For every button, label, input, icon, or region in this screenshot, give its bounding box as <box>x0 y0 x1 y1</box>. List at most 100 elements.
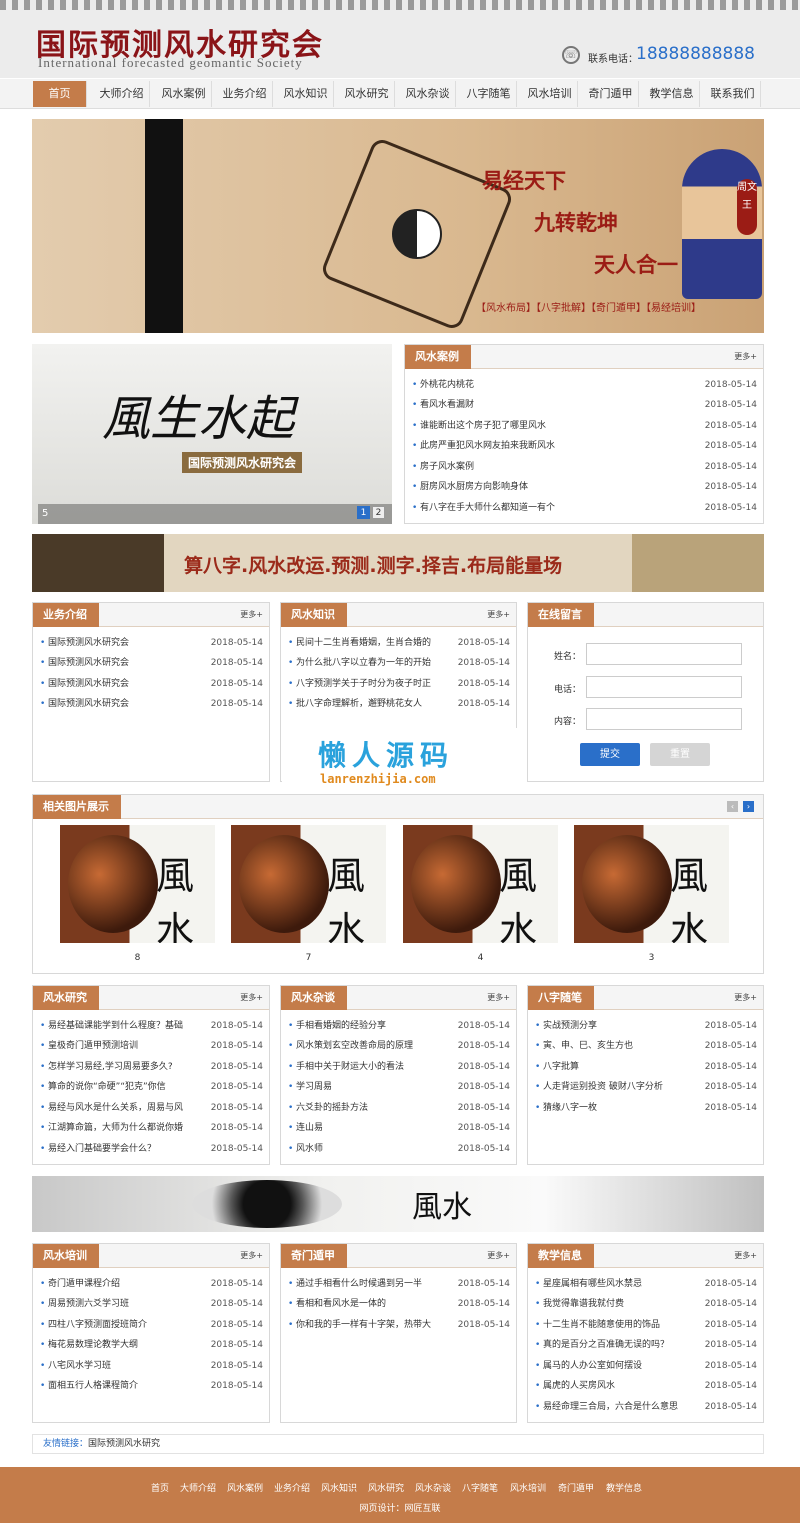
list-item[interactable]: • 八字批算 2018-05-14 <box>528 1057 763 1077</box>
list-item[interactable]: • 易经基础课能学到什么程度？基础 2018-05-14 <box>33 1016 269 1036</box>
list-item[interactable]: • 易经入门基础要学会什么？ 2018-05-14 <box>33 1139 269 1159</box>
footer-nav-link[interactable]: 风水杂谈 <box>415 1481 451 1494</box>
submit-button[interactable]: 提交 <box>580 743 640 766</box>
nav-bazi[interactable]: 八字随笔 <box>461 81 517 107</box>
nav-business[interactable]: 业务介绍 <box>217 81 273 107</box>
footer-nav-link[interactable]: 奇门遁甲 <box>558 1481 594 1494</box>
gallery-prev-icon[interactable]: ‹ <box>727 801 738 812</box>
list-item[interactable]: • 连山易 2018-05-14 <box>281 1118 516 1138</box>
list-item[interactable]: • 六爻卦的摇卦方法 2018-05-14 <box>281 1098 516 1118</box>
nav-knowledge[interactable]: 风水知识 <box>278 81 334 107</box>
footer-nav-link[interactable]: 风水案例 <box>227 1481 263 1494</box>
list-item[interactable]: • 星座属相有哪些风水禁忌 2018-05-14 <box>528 1274 763 1294</box>
list-item[interactable]: • 房子风水案例 2018-05-14 <box>405 457 763 477</box>
list-item[interactable]: • 看相和看风水是一体的 2018-05-14 <box>281 1294 516 1314</box>
more-link[interactable]: 更多+ <box>240 1244 263 1268</box>
footer-nav-link[interactable]: 八字随笔 <box>462 1481 498 1494</box>
list-item[interactable]: • 通过手相看什么时候遇到另一半 2018-05-14 <box>281 1274 516 1294</box>
more-link[interactable]: 更多+ <box>487 986 510 1010</box>
nav-masters[interactable]: 大师介绍 <box>94 81 150 107</box>
list-item[interactable]: • 国际预测风水研究会 2018-05-14 <box>33 653 269 673</box>
list-item[interactable]: • 真的是百分之百准确无误的吗？ 2018-05-14 <box>528 1335 763 1355</box>
gallery-image[interactable]: 風水 <box>403 825 558 943</box>
list-item[interactable]: • 国际预测风水研究会 2018-05-14 <box>33 633 269 653</box>
phone-field[interactable] <box>586 676 742 698</box>
gallery-image[interactable]: 風水 <box>574 825 729 943</box>
list-item[interactable]: • 有八字在手大师什么都知道一有个 2018-05-14 <box>405 498 763 518</box>
list-item[interactable]: • 此房严重犯风水网友拍来我断风水 2018-05-14 <box>405 436 763 456</box>
list-item[interactable]: • 为什么批八字以立春为一年的开始 2018-05-14 <box>281 653 516 673</box>
nav-talk[interactable]: 风水杂谈 <box>400 81 456 107</box>
more-link[interactable]: 更多+ <box>734 1244 757 1268</box>
list-item[interactable]: • 周易预测六爻学习班 2018-05-14 <box>33 1294 269 1314</box>
list-item[interactable]: • 国际预测风水研究会 2018-05-14 <box>33 694 269 714</box>
nav-qimen[interactable]: 奇门遁甲 <box>583 81 639 107</box>
list-item[interactable]: • 算命的说你“命硬”“犯克”你信 2018-05-14 <box>33 1077 269 1097</box>
list-item[interactable]: • 国际预测风水研究会 2018-05-14 <box>33 674 269 694</box>
list-item[interactable]: • 易经命理三合局，六合是什么意思 2018-05-14 <box>528 1397 763 1417</box>
list-item[interactable]: • 八宅风水学习班 2018-05-14 <box>33 1356 269 1376</box>
footer-nav-link[interactable]: 风水研究 <box>368 1481 404 1494</box>
list-item[interactable]: • 面相五行人格课程简介 2018-05-14 <box>33 1376 269 1396</box>
list-item[interactable]: • 江湖算命篇，大师为什么都说你婚 2018-05-14 <box>33 1118 269 1138</box>
footer-nav-link[interactable]: 大师介绍 <box>180 1481 216 1494</box>
nav-cases[interactable]: 风水案例 <box>156 81 212 107</box>
nav-research[interactable]: 风水研究 <box>339 81 395 107</box>
footer-nav-link[interactable]: 风水知识 <box>321 1481 357 1494</box>
list-item[interactable]: • 我觉得靠谱我就付费 2018-05-14 <box>528 1294 763 1314</box>
slider-page-2[interactable]: 2 <box>372 506 385 519</box>
nav-home[interactable]: 首页 <box>33 81 87 107</box>
list-item[interactable]: • 人走背运别投资 破财八字分析 2018-05-14 <box>528 1077 763 1097</box>
list-item[interactable]: • 四柱八字预测面授班简介 2018-05-14 <box>33 1315 269 1335</box>
list-item[interactable]: • 你和我的手一样有十字架，热带大 2018-05-14 <box>281 1315 516 1335</box>
hero-banner[interactable]: 易经天下 九转乾坤 天人合一 周文王 【风水布局】【八字批解】【奇门遁甲】【易经… <box>32 119 764 333</box>
list-item[interactable]: • 厨房风水厨房方向影响身体 2018-05-14 <box>405 477 763 497</box>
more-link[interactable]: 更多+ <box>240 603 263 627</box>
list-item[interactable]: • 看风水看漏财 2018-05-14 <box>405 395 763 415</box>
secondary-banner[interactable]: 風水 <box>32 1176 764 1232</box>
list-item[interactable]: • 怎样学习易经,学习周易要多久? 2018-05-14 <box>33 1057 269 1077</box>
list-item[interactable]: • 属马的人办公室如何摆设 2018-05-14 <box>528 1356 763 1376</box>
list-item[interactable]: • 梅花易数理论教学大纲 2018-05-14 <box>33 1335 269 1355</box>
list-item[interactable]: • 易经与风水是什么关系，周易与风 2018-05-14 <box>33 1098 269 1118</box>
list-item[interactable]: • 猜缘八字一枚 2018-05-14 <box>528 1098 763 1118</box>
list-item[interactable]: • 学习周易 2018-05-14 <box>281 1077 516 1097</box>
more-link[interactable]: 更多+ <box>734 345 757 369</box>
gallery-next-icon[interactable]: › <box>743 801 754 812</box>
reset-button[interactable]: 重置 <box>650 743 710 766</box>
image-slider[interactable]: 風生水起 国际预测风水研究会 5 1 2 <box>32 344 392 524</box>
friend-link[interactable]: 国际预测风水研究 <box>88 1439 160 1449</box>
list-item[interactable]: • 谁能断出这个房子犯了哪里风水 2018-05-14 <box>405 416 763 436</box>
list-item[interactable]: • 十二生肖不能随意使用的饰品 2018-05-14 <box>528 1315 763 1335</box>
gallery-image[interactable]: 風水 <box>60 825 215 943</box>
list-item[interactable]: • 奇门遁甲课程介绍 2018-05-14 <box>33 1274 269 1294</box>
list-item[interactable]: • 寅、申、巳、亥生方也 2018-05-14 <box>528 1036 763 1056</box>
list-item[interactable]: • 外桃花内桃花 2018-05-14 <box>405 375 763 395</box>
list-item[interactable]: • 手相看婚姻的经验分享 2018-05-14 <box>281 1016 516 1036</box>
list-item[interactable]: • 八字预测学关于子时分为夜子时正 2018-05-14 <box>281 674 516 694</box>
footer-nav-link[interactable]: 风水培训 <box>510 1481 546 1494</box>
more-link[interactable]: 更多+ <box>487 603 510 627</box>
slider-page-1[interactable]: 1 <box>357 506 370 519</box>
footer-nav-link[interactable]: 教学信息 <box>606 1481 642 1494</box>
footer-nav-link[interactable]: 首页 <box>151 1481 169 1494</box>
more-link[interactable]: 更多+ <box>734 986 757 1010</box>
gallery-image[interactable]: 風水 <box>231 825 386 943</box>
list-item[interactable]: • 手相中关于财运大小的看法 2018-05-14 <box>281 1057 516 1077</box>
list-item[interactable]: • 风水策划玄空改善命局的原理 2018-05-14 <box>281 1036 516 1056</box>
footer-nav-link[interactable]: 业务介绍 <box>274 1481 310 1494</box>
list-item[interactable]: • 风水师 2018-05-14 <box>281 1139 516 1159</box>
list-item[interactable]: • 属虎的人买房风水 2018-05-14 <box>528 1376 763 1396</box>
name-field[interactable] <box>586 643 742 665</box>
nav-teaching[interactable]: 教学信息 <box>644 81 700 107</box>
promo-banner[interactable]: 算八字.风水改运.预测.测字.择吉.布局能量场 <box>32 534 764 592</box>
nav-training[interactable]: 风水培训 <box>522 81 578 107</box>
list-item[interactable]: • 民间十二生肖看婚姻，生肖合婚的 2018-05-14 <box>281 633 516 653</box>
list-item[interactable]: • 实战预测分享 2018-05-14 <box>528 1016 763 1036</box>
nav-contact[interactable]: 联系我们 <box>705 81 761 107</box>
list-item[interactable]: • 批八字命理解析，邂野桃花女人 2018-05-14 <box>281 694 516 714</box>
more-link[interactable]: 更多+ <box>240 986 263 1010</box>
list-item[interactable]: • 皇极奇门遁甲预测培训 2018-05-14 <box>33 1036 269 1056</box>
more-link[interactable]: 更多+ <box>487 1244 510 1268</box>
content-field[interactable] <box>586 708 742 730</box>
